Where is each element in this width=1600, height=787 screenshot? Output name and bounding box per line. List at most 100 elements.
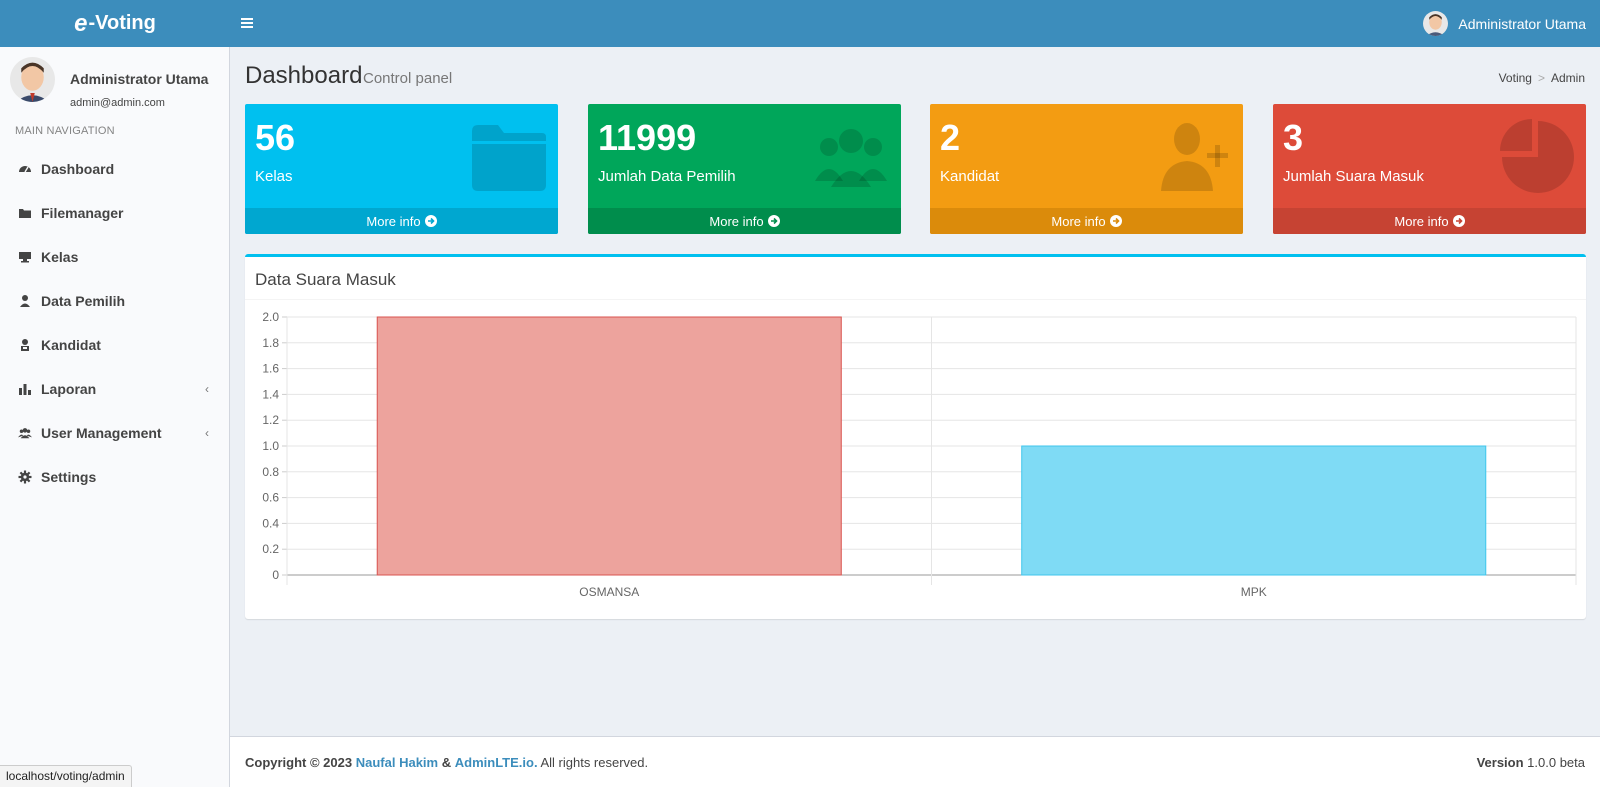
sidebar-item-label: Kelas (41, 249, 79, 265)
sidebar-item-filemanager[interactable]: Filemanager (0, 191, 229, 235)
x-tick-label: OSMANSA (579, 585, 639, 599)
y-tick-label: 0.6 (262, 491, 279, 505)
logo-text: -Voting (88, 12, 156, 34)
stat-box-suara: 3 Jumlah Suara Masuk More info (1273, 104, 1586, 234)
more-info-link[interactable]: More info (588, 208, 901, 234)
folder-icon (18, 206, 32, 220)
sidebar-item-dashboard[interactable]: Dashboard (0, 147, 229, 191)
y-tick-label: 1.0 (262, 439, 279, 453)
status-url-tooltip: localhost/voting/admin (0, 765, 132, 787)
y-tick-label: 0.8 (262, 465, 279, 479)
stat-box-pemilih: 11999 Jumlah Data Pemilih More info (588, 104, 901, 234)
stat-label: Kelas (255, 168, 293, 185)
breadcrumb-item-voting[interactable]: Voting (1499, 71, 1532, 85)
sidebar-user-email: admin@admin.com (70, 97, 165, 109)
more-info-link[interactable]: More info (930, 208, 1243, 234)
sidebar-item-label: Settings (41, 469, 97, 485)
chart-box: Data Suara Masuk 0 0.2 0.4 0.6 0.8 1.0 1.2 1.4 1… (245, 254, 1586, 619)
version-value: 1.0.0 beta (1527, 755, 1585, 770)
y-tick-label: 0.4 (262, 516, 279, 530)
stat-box-kelas: 56 Kelas More info (245, 104, 558, 234)
more-info-link[interactable]: More info (245, 208, 558, 234)
main-footer: Copyright © 2023 Naufal Hakim & AdminLTE… (230, 736, 1600, 787)
candidate-icon (18, 338, 32, 352)
copyright-text: Copyright © 2023 Naufal Hakim & AdminLTE… (245, 755, 648, 770)
sidebar-user-name: Administrator Utama (70, 71, 209, 87)
arrow-circle-right-icon (424, 215, 437, 227)
nav-header: MAIN NAVIGATION (15, 125, 115, 137)
y-tick-label: 0 (272, 568, 279, 582)
y-tick-label: 0.2 (262, 542, 279, 556)
breadcrumb-separator: > (1537, 71, 1545, 85)
stat-value: 3 (1283, 117, 1304, 158)
sidebar-item-label: Kandidat (41, 337, 101, 353)
stat-label: Jumlah Suara Masuk (1283, 168, 1424, 185)
stat-box-kandidat: 2 Kandidat More info (930, 104, 1243, 234)
ampersand: & (441, 755, 452, 770)
breadcrumb-item-admin: Admin (1550, 71, 1585, 85)
user-menu[interactable]: Administrator Utama (1423, 10, 1586, 37)
user-icon (18, 294, 32, 308)
sidebar: Administrator Utama admin@admin.com MAIN… (0, 47, 230, 787)
y-tick-label: 1.6 (262, 362, 279, 376)
version-info: Version 1.0.0 beta (1477, 755, 1585, 770)
x-tick-label: MPK (1241, 585, 1267, 599)
users-icon (18, 426, 32, 440)
folder-icon (472, 125, 546, 191)
desk-icon (18, 250, 32, 264)
user-panel: Administrator Utama admin@admin.com (10, 57, 220, 109)
app-logo[interactable]: e -Voting (0, 0, 230, 47)
page-subtitle: Control panel (363, 70, 453, 87)
chevron-left-icon: ‹ (205, 426, 209, 440)
dashboard-icon (18, 162, 32, 176)
more-info-label: More info (709, 213, 764, 229)
stat-value: 56 (255, 117, 296, 158)
sidebar-item-label: Laporan (41, 381, 97, 397)
sidebar-item-label: User Management (41, 425, 162, 441)
sidebar-item-kelas[interactable]: Kelas (0, 235, 229, 279)
arrow-circle-right-icon (1452, 215, 1465, 227)
gear-icon (18, 470, 32, 484)
sidebar-toggle-button[interactable] (240, 11, 264, 35)
hamburger-icon (241, 18, 253, 28)
rights-text: All rights reserved. (540, 755, 649, 770)
user-plus-icon (1161, 123, 1228, 191)
divider (245, 299, 1586, 300)
bar-chart: 0 0.2 0.4 0.6 0.8 1.0 1.2 1.4 1.6 1.8 2.0 OSMANSA MP… (262, 310, 1577, 599)
avatar (1423, 11, 1449, 36)
sidebar-item-label: Data Pemilih (41, 293, 126, 309)
arrow-circle-right-icon (767, 215, 780, 227)
arrow-circle-right-icon (1109, 215, 1122, 227)
sidebar-item-data-pemilih[interactable]: Data Pemilih (0, 279, 229, 323)
more-info-link[interactable]: More info (1273, 208, 1586, 234)
top-header: e -Voting Administrator Utama (0, 0, 1600, 47)
chart-box-title: Data Suara Masuk (255, 270, 396, 289)
sidebar-item-laporan[interactable]: Laporan ‹ (0, 367, 229, 411)
more-info-label: More info (1051, 213, 1106, 229)
y-tick-label: 1.2 (262, 413, 279, 427)
more-info-label: More info (1394, 213, 1449, 229)
pie-chart-icon (1500, 119, 1574, 193)
stat-value: 2 (940, 117, 961, 158)
bar-chart-icon (18, 382, 32, 396)
logo-e-glyph: e (74, 9, 88, 37)
sidebar-item-kandidat[interactable]: Kandidat (0, 323, 229, 367)
stat-value: 11999 (598, 117, 697, 158)
copyright-prefix: Copyright © 2023 (245, 755, 353, 770)
y-tick-label: 2.0 (262, 310, 279, 324)
bar-osmansa (376, 316, 842, 576)
top-user-name: Administrator Utama (1458, 15, 1586, 32)
chevron-left-icon: ‹ (205, 382, 209, 396)
breadcrumb: Voting > Admin (1499, 71, 1585, 85)
adminlte-link[interactable]: AdminLTE.io. (455, 755, 538, 770)
sidebar-item-user-management[interactable]: User Management ‹ (0, 411, 229, 455)
sidebar-item-settings[interactable]: Settings (0, 455, 229, 499)
stat-label: Kandidat (940, 168, 1000, 185)
stat-label: Jumlah Data Pemilih (598, 168, 736, 185)
author-link[interactable]: Naufal Hakim (356, 755, 438, 770)
avatar (10, 57, 55, 102)
y-tick-label: 1.4 (262, 387, 279, 401)
y-tick-label: 1.8 (262, 336, 279, 350)
bar-mpk (1021, 445, 1487, 576)
sidebar-item-label: Filemanager (41, 205, 124, 221)
